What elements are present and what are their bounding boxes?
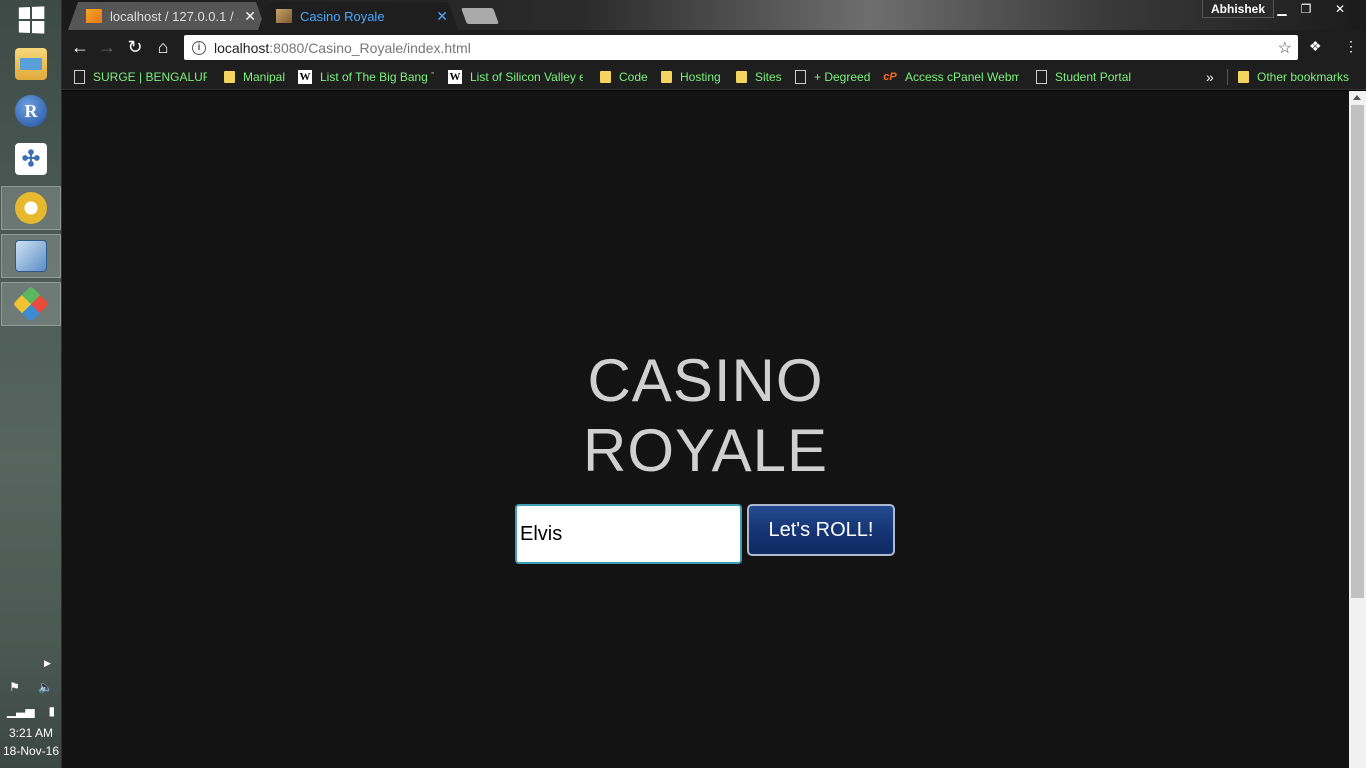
taskbar-virtualbox[interactable] [1, 234, 61, 278]
virtualbox-icon [15, 240, 47, 272]
folder-icon [736, 71, 747, 83]
bookmark-star-icon[interactable]: ☆ [1278, 38, 1292, 58]
profile-button[interactable]: Abhishek [1202, 0, 1275, 18]
bookmark-item[interactable]: W List of Silicon Valley e [448, 68, 583, 86]
bookmark-item[interactable]: SURGE | BENGALURU [74, 68, 207, 86]
bookmark-label: SURGE | BENGALURU [93, 70, 207, 84]
start-button[interactable] [0, 0, 62, 40]
bookmark-item[interactable]: W List of The Big Bang T [298, 68, 434, 86]
tab-title: localhost / 127.0.0.1 / ajp [110, 8, 234, 24]
home-icon[interactable]: ⌂ [150, 35, 176, 59]
taskbar-tableau[interactable]: ✣ [1, 137, 61, 181]
battery-icon[interactable]: ▮ [48, 704, 55, 718]
page-scrollbar[interactable] [1349, 91, 1366, 768]
wikipedia-icon: W [298, 70, 312, 84]
taskbar-file-explorer[interactable] [1, 42, 61, 86]
tab-casino-royale[interactable]: Casino Royale ✕ [258, 2, 458, 30]
title-line-1: CASINO [587, 347, 824, 414]
bookmark-label: Code [619, 70, 648, 84]
tab-phpmyadmin[interactable]: localhost / 127.0.0.1 / ajp ✕ [68, 2, 266, 30]
reload-icon[interactable]: ↻ [122, 35, 148, 59]
bookmark-item[interactable]: Sites [736, 68, 786, 86]
folder-icon [661, 71, 672, 83]
address-bar[interactable]: i localhost:8080/Casino_Royale/index.htm… [184, 35, 1298, 60]
new-tab-button[interactable] [461, 8, 499, 24]
url-host: localhost [214, 39, 270, 56]
page-icon [1036, 70, 1047, 84]
browser-window: localhost / 127.0.0.1 / ajp ✕ Casino Roy… [62, 0, 1366, 768]
bookmark-divider [1227, 69, 1228, 85]
taskbar-r[interactable]: R [1, 89, 61, 133]
other-bookmarks-button[interactable]: Other bookmarks [1238, 68, 1358, 86]
dropbox-icon[interactable]: ❖ [1309, 38, 1322, 55]
bookmark-item[interactable]: Manipal [224, 68, 292, 86]
network-error-icon[interactable]: ⚑ [9, 680, 20, 694]
folder-icon [600, 71, 611, 83]
player-name-input[interactable] [515, 504, 742, 564]
bookmark-label: Manipal [243, 70, 286, 84]
clock-date[interactable]: 18-Nov-16 [0, 744, 62, 758]
taskbar-chrome[interactable] [1, 186, 61, 230]
scrollbar-thumb[interactable] [1351, 105, 1364, 598]
forward-arrow-icon[interactable]: → [94, 35, 120, 59]
tab-strip: localhost / 127.0.0.1 / ajp ✕ Casino Roy… [62, 0, 1366, 30]
close-tab-icon[interactable]: ✕ [244, 8, 256, 25]
wikipedia-icon: W [448, 70, 462, 84]
menu-dots-icon[interactable]: ⋮ [1344, 38, 1358, 55]
tableau-icon: ✣ [15, 143, 47, 175]
restore-icon[interactable]: ❐ [1292, 0, 1320, 18]
windows-taskbar: R ✣ ▶ ⚑ 🔈 ▁▃▅ ▮ 3:21 AM 18-Nov-16 [0, 0, 62, 768]
scroll-up-arrow-icon[interactable] [1353, 95, 1361, 100]
volume-icon[interactable]: 🔈 [38, 680, 53, 694]
file-explorer-icon [15, 48, 47, 80]
folder-icon [1238, 71, 1249, 83]
bookmark-item[interactable]: Hosting [661, 68, 727, 86]
close-window-icon[interactable]: ✕ [1326, 0, 1354, 18]
chrome-icon [15, 192, 47, 224]
bookmark-label: Access cPanel Webma [905, 70, 1019, 84]
bookmark-item[interactable]: Student Portal [1036, 68, 1136, 86]
bookmark-item[interactable]: cP Access cPanel Webma [883, 68, 1019, 86]
bookmark-item[interactable]: Code [600, 68, 652, 86]
page-viewport: CASINO ROYALE Let's ROLL! [62, 91, 1349, 768]
url-path: :8080/Casino_Royale/index.html [269, 39, 471, 56]
bookmarks-overflow-button[interactable]: » [1206, 68, 1214, 86]
title-line-2: ROYALE [583, 417, 828, 484]
page-icon [74, 70, 85, 84]
bookmarks-bar: SURGE | BENGALURU Manipal W List of The … [62, 64, 1366, 90]
phpmyadmin-favicon-icon [86, 9, 102, 23]
tray-row-2: ▁▃▅ ▮ [0, 704, 62, 718]
bookmark-label: Other bookmarks [1257, 70, 1350, 84]
taskbar-git-gui[interactable] [1, 282, 61, 326]
cpanel-icon: cP [883, 71, 897, 83]
browser-toolbar: ← → ↻ ⌂ i localhost:8080/Casino_Royale/i… [62, 30, 1366, 64]
folder-icon [224, 71, 235, 83]
bookmark-label: Hosting [680, 70, 721, 84]
page-icon [795, 70, 806, 84]
bookmark-label: List of The Big Bang T [320, 70, 434, 84]
r-icon: R [15, 95, 47, 127]
bookmark-label: Student Portal [1055, 70, 1132, 84]
bookmark-label: + Degreed [814, 70, 871, 84]
close-tab-icon[interactable]: ✕ [436, 8, 448, 25]
page-title: CASINO ROYALE [62, 346, 1349, 486]
tab-title: Casino Royale [300, 8, 385, 24]
back-arrow-icon[interactable]: ← [67, 35, 93, 59]
bookmark-label: List of Silicon Valley e [470, 70, 583, 84]
signal-icon[interactable]: ▁▃▅ [7, 704, 35, 718]
clock-time[interactable]: 3:21 AM [0, 726, 62, 740]
lets-roll-button[interactable]: Let's ROLL! [747, 504, 895, 556]
tray-row-1: ⚑ 🔈 [0, 680, 62, 694]
tray-expand-icon[interactable]: ▶ [44, 658, 51, 669]
site-info-icon[interactable]: i [192, 40, 206, 55]
git-gui-icon [12, 285, 50, 323]
windows-logo-icon [18, 6, 45, 34]
casino-favicon-icon [276, 9, 292, 23]
bookmark-item[interactable]: + Degreed [795, 68, 873, 86]
bookmark-label: Sites [755, 70, 782, 84]
